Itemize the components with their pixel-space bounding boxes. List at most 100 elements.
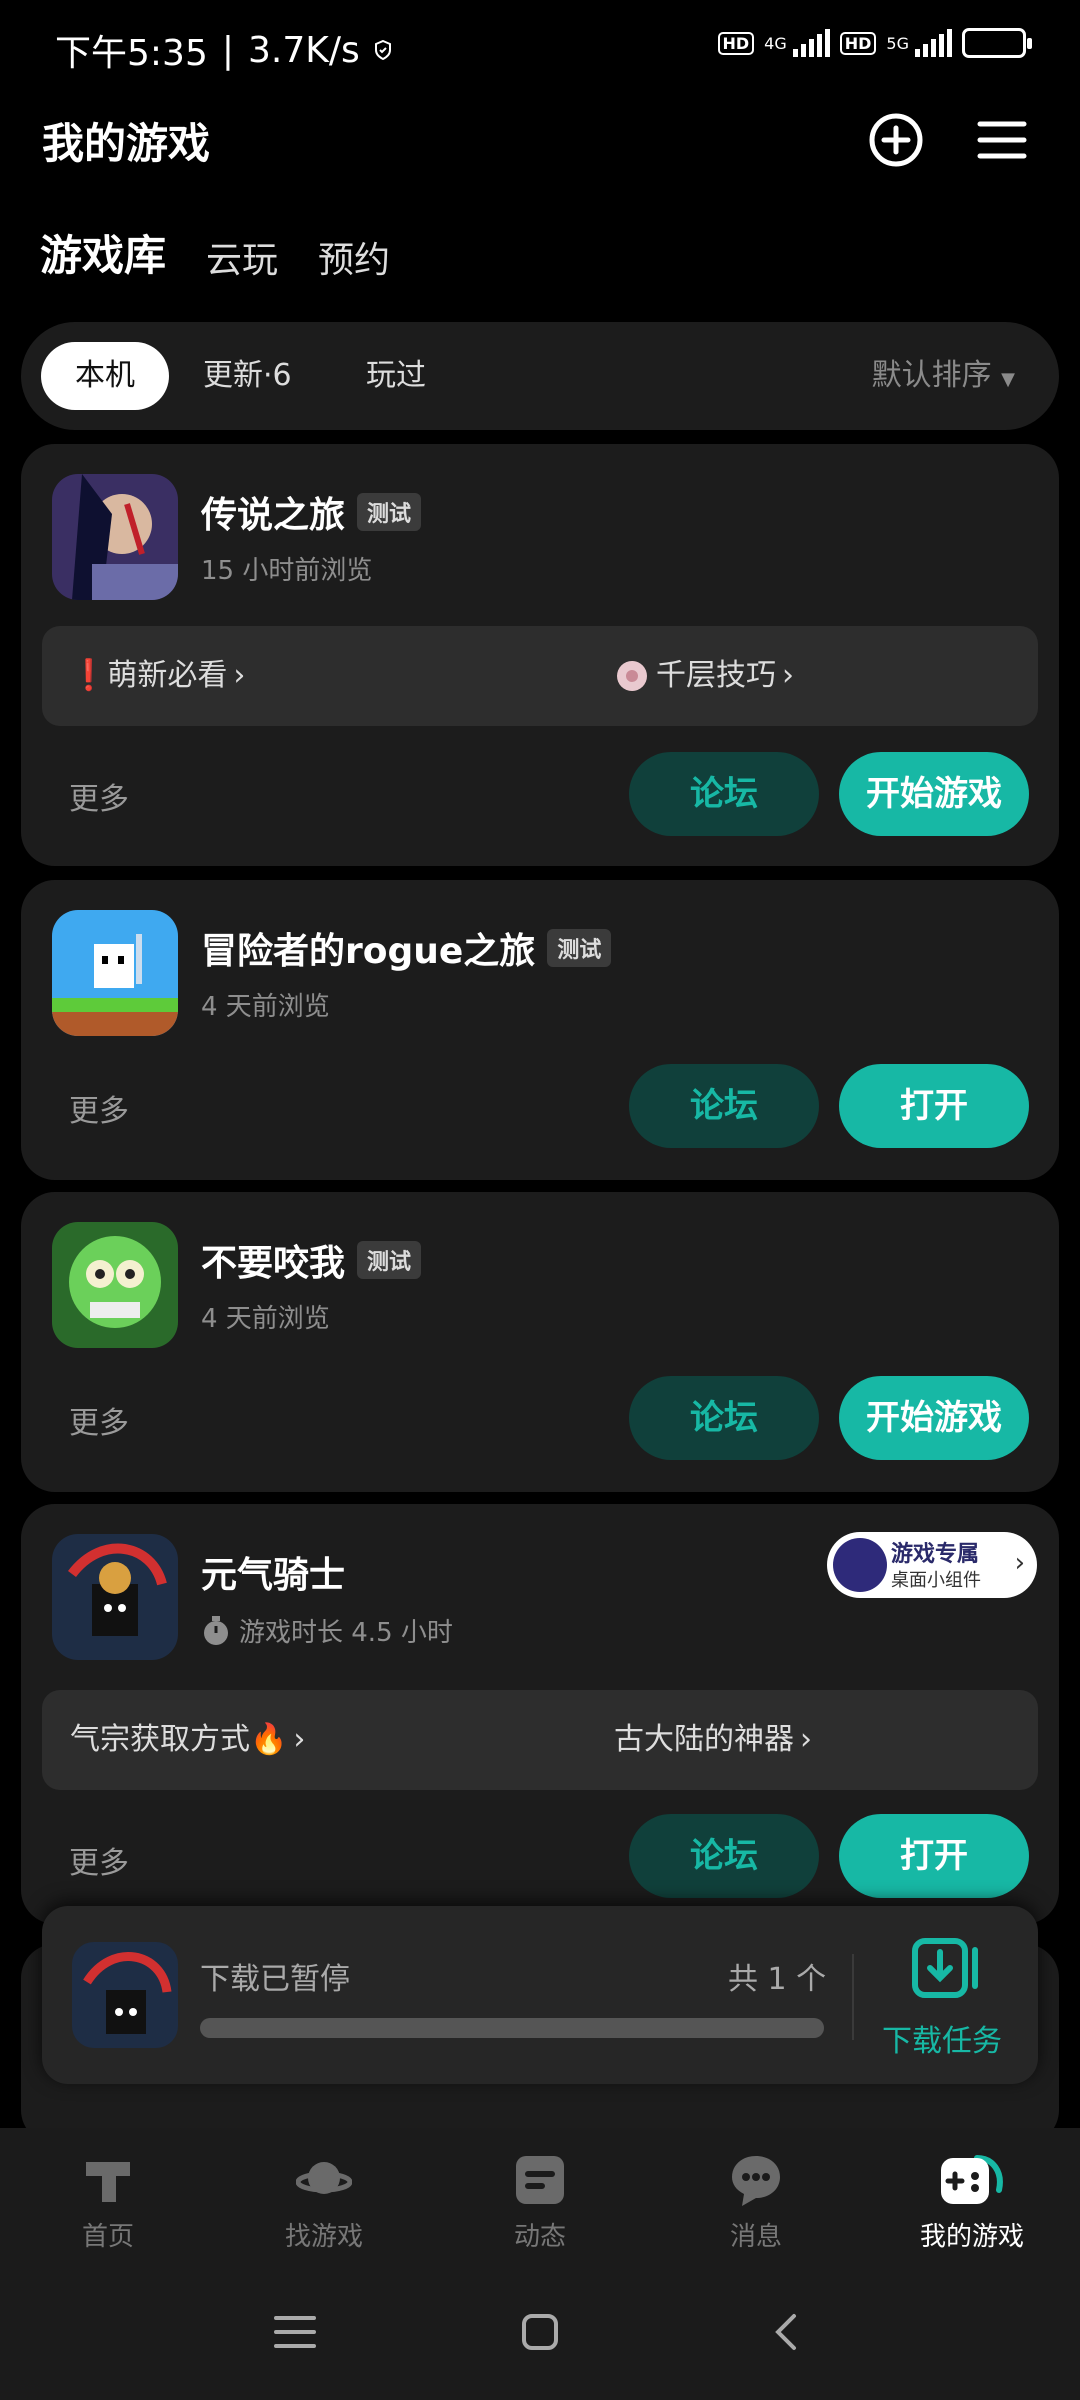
game-icon bbox=[52, 910, 178, 1036]
tab-game-library[interactable]: 游戏库 bbox=[37, 222, 169, 283]
battery-icon: 71 bbox=[962, 28, 1032, 58]
widget-title: 游戏专属 bbox=[891, 1542, 980, 1567]
filter-chip-updates[interactable]: 更新·6 bbox=[203, 342, 292, 410]
shield-icon bbox=[374, 40, 391, 60]
network-type-2: 5G bbox=[886, 33, 909, 53]
more-link[interactable]: 更多 bbox=[69, 1398, 129, 1442]
tip-link[interactable]: 古大陆的神器 › bbox=[614, 1690, 812, 1790]
game-card[interactable]: 冒险者的rogue之旅 测试 4 天前浏览 更多 论坛 打开 bbox=[21, 880, 1059, 1180]
download-status: 下载已暂停 bbox=[200, 1962, 350, 1997]
game-card[interactable]: 元气骑士 游戏时长 4.5 小时 游戏专属 桌面小组件 › 气宗获取方式🔥 › 古… bbox=[21, 1504, 1059, 1924]
test-tag: 测试 bbox=[547, 929, 612, 967]
open-button[interactable]: 打开 bbox=[839, 1064, 1029, 1148]
page-title: 我的游戏 bbox=[42, 119, 211, 168]
status-net-speed: 3.7K/s bbox=[247, 29, 360, 71]
planet-icon bbox=[296, 2162, 352, 2194]
signal-icon bbox=[792, 29, 830, 57]
tip-link[interactable]: 气宗获取方式🔥 › bbox=[70, 1690, 305, 1790]
nav-find-games[interactable]: 找游戏 bbox=[244, 2152, 404, 2253]
last-viewed: 4 天前浏览 bbox=[201, 1304, 330, 1334]
game-title: 不要咬我 测试 bbox=[201, 1234, 422, 1286]
home-icon bbox=[86, 2162, 130, 2202]
battery-level: 71 bbox=[981, 29, 1007, 50]
hd-badge: HD bbox=[717, 31, 755, 55]
tab-cloud-play[interactable]: 云玩 bbox=[206, 231, 278, 283]
open-button[interactable]: 打开 bbox=[839, 1814, 1029, 1898]
gamepad-icon bbox=[941, 2155, 1003, 2204]
widget-subtitle: 桌面小组件 bbox=[891, 1570, 981, 1591]
test-tag: 测试 bbox=[357, 1241, 422, 1279]
widget-gamepad-icon bbox=[833, 1538, 887, 1592]
download-tasks-button[interactable]: 下载任务 bbox=[882, 2016, 1002, 2060]
status-divider: | bbox=[221, 29, 234, 71]
status-right: HD 4G HD 5G 71 bbox=[717, 28, 1032, 58]
tab-reservation[interactable]: 预约 bbox=[318, 231, 390, 283]
more-link[interactable]: 更多 bbox=[69, 1838, 129, 1882]
feed-icon bbox=[516, 2156, 564, 2204]
more-link[interactable]: 更多 bbox=[69, 1086, 129, 1130]
last-viewed: 4 天前浏览 bbox=[201, 992, 330, 1022]
chevron-right-icon: › bbox=[233, 658, 246, 693]
divider bbox=[852, 1954, 854, 2040]
chevron-right-icon: › bbox=[293, 1722, 306, 1757]
hamburger-icon bbox=[977, 121, 1027, 159]
sort-dropdown[interactable]: 默认排序 ▼ bbox=[872, 342, 1015, 410]
download-game-icon bbox=[72, 1942, 178, 2048]
game-icon bbox=[52, 1534, 178, 1660]
message-icon bbox=[732, 2156, 780, 2206]
forum-button[interactable]: 论坛 bbox=[629, 1064, 819, 1148]
status-left: 下午5:35 | 3.7K/s bbox=[55, 24, 392, 76]
network-type: 4G bbox=[764, 33, 787, 53]
bottom-nav: 首页 找游戏 动态 消息 我的游戏 bbox=[0, 2128, 1080, 2268]
desktop-widget-badge[interactable]: 游戏专属 桌面小组件 › bbox=[827, 1532, 1037, 1598]
system-nav-bar bbox=[0, 2268, 1080, 2400]
game-card[interactable]: 传说之旅 测试 15 小时前浏览 ❗萌新必看 › 千层技巧 › 更多 论坛 开始游戏 bbox=[21, 444, 1059, 866]
nav-messages[interactable]: 消息 bbox=[676, 2152, 836, 2253]
tip-link[interactable]: ❗萌新必看 › bbox=[70, 626, 245, 726]
game-title: 冒险者的rogue之旅 测试 bbox=[201, 922, 612, 974]
signal-icon-2 bbox=[915, 29, 952, 57]
status-time: 下午5:35 bbox=[55, 33, 208, 74]
nav-feed[interactable]: 动态 bbox=[460, 2152, 620, 2253]
forum-button[interactable]: 论坛 bbox=[629, 1376, 819, 1460]
filter-chip-played[interactable]: 玩过 bbox=[366, 342, 426, 410]
status-bar: 下午5:35 | 3.7K/s HD 4G HD 5G 71 bbox=[0, 0, 1080, 96]
sort-label: 默认排序 bbox=[871, 358, 992, 393]
top-tabs: 游戏库 云玩 预约 bbox=[37, 222, 390, 283]
download-icon bbox=[912, 1938, 978, 1998]
add-game-button[interactable] bbox=[866, 110, 926, 170]
test-tag: 测试 bbox=[357, 493, 422, 531]
plus-circle-icon bbox=[869, 113, 923, 167]
back-icon[interactable] bbox=[770, 2312, 800, 2352]
tip-link[interactable]: 千层技巧 › bbox=[614, 626, 794, 726]
game-title: 传说之旅 测试 bbox=[201, 486, 422, 538]
nav-home[interactable]: 首页 bbox=[28, 2152, 188, 2253]
header: 我的游戏 bbox=[0, 96, 1080, 186]
flower-icon bbox=[617, 661, 647, 691]
stopwatch-icon bbox=[204, 1615, 228, 1645]
caret-down-icon: ▼ bbox=[1001, 369, 1015, 390]
menu-button[interactable] bbox=[972, 110, 1032, 170]
filter-bar: 本机 更新·6 玩过 默认排序 ▼ bbox=[21, 322, 1059, 430]
forum-button[interactable]: 论坛 bbox=[629, 1814, 819, 1898]
forum-button[interactable]: 论坛 bbox=[629, 752, 819, 836]
nav-my-games[interactable]: 我的游戏 bbox=[892, 2152, 1052, 2253]
filter-chip-local[interactable]: 本机 bbox=[41, 342, 169, 410]
tips-box: ❗萌新必看 › 千层技巧 › bbox=[42, 626, 1038, 726]
game-card[interactable]: 不要咬我 测试 4 天前浏览 更多 论坛 开始游戏 bbox=[21, 1192, 1059, 1492]
tips-box: 气宗获取方式🔥 › 古大陆的神器 › bbox=[42, 1690, 1038, 1790]
download-progress-bar bbox=[200, 2018, 824, 2038]
more-link[interactable]: 更多 bbox=[69, 774, 129, 818]
download-count: 共 1 个 bbox=[728, 1962, 827, 1997]
play-time: 游戏时长 4.5 小时 bbox=[201, 1612, 453, 1649]
game-icon bbox=[52, 1222, 178, 1348]
hd-badge-2: HD bbox=[839, 31, 877, 55]
recents-icon[interactable] bbox=[274, 2312, 316, 2352]
chevron-right-icon: › bbox=[1014, 1548, 1025, 1578]
home-button-icon[interactable] bbox=[520, 2312, 560, 2352]
start-game-button[interactable]: 开始游戏 bbox=[839, 1376, 1029, 1460]
download-bar[interactable]: 下载已暂停 共 1 个 下载任务 bbox=[42, 1906, 1038, 2084]
start-game-button[interactable]: 开始游戏 bbox=[839, 752, 1029, 836]
game-icon bbox=[52, 474, 178, 600]
chevron-right-icon: › bbox=[800, 1722, 812, 1757]
